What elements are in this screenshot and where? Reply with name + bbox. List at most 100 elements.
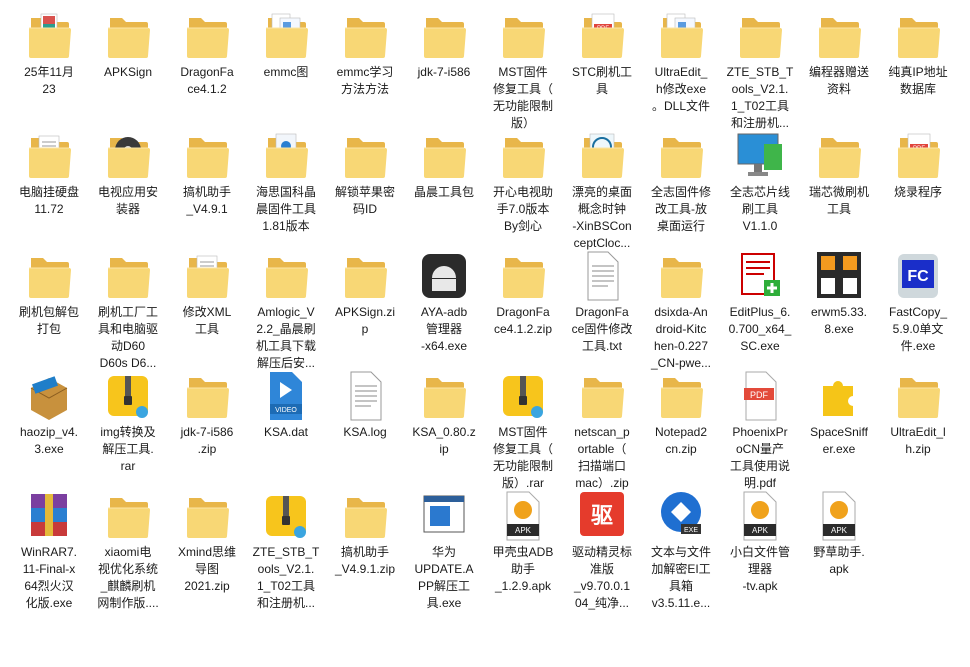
winrar-icon (21, 490, 77, 542)
desktop-item-23[interactable]: 瑞芯微刷机 工具 (800, 130, 878, 248)
zip-folder-icon (653, 370, 709, 422)
zip-folder-icon (179, 490, 235, 542)
desktop-item-27[interactable]: 修改XML 工具 (168, 250, 246, 368)
desktop-item-32[interactable]: DragonFa ce固件修改 工具.txt (563, 250, 641, 368)
item-label: 搞机助手 _V4.9.1.zip (334, 545, 396, 576)
desktop-item-4[interactable]: emmc图 (247, 10, 325, 128)
desktop-item-5[interactable]: emmc学习 方法方法 (326, 10, 404, 128)
desktop-item-51[interactable]: Xmind思维 导图 2021.zip (168, 490, 246, 608)
item-label: ZTE_STB_T ools_V2.1. 1_T02工具 和注册机... (726, 65, 794, 130)
folder-icon (495, 10, 551, 62)
desktop-item-59[interactable]: APK 野草助手. apk (800, 490, 878, 608)
desktop-item-24[interactable]: PDF 烧录程序 (879, 130, 957, 248)
svg-text:APK: APK (831, 526, 848, 535)
folder-pdf-icon: PDF (574, 10, 630, 62)
desktop-item-48[interactable]: UltraEdit_l h.zip (879, 370, 957, 488)
desktop-item-50[interactable]: xiaomi电 视优化系统 _麒麟刷机 网制作版.... (89, 490, 167, 610)
item-label: 全志芯片线 刷工具 V1.1.0 (729, 185, 790, 233)
item-label: 驱动精灵标 准版 _v9.70.0.1 04_纯净... (571, 545, 632, 610)
item-label: erwm5.33. 8.exe (810, 305, 868, 336)
desktop-item-56[interactable]: 驱驱动精灵标 准版 _v9.70.0.1 04_纯净... (563, 490, 641, 610)
desktop-item-46[interactable]: PDF PhoenixPr oCN量产 工具使用说 明.pdf (721, 370, 799, 490)
desktop-item-18[interactable]: 晶晨工具包 (405, 130, 483, 248)
desktop-item-21[interactable]: 全志固件修 改工具-放 桌面运行 (642, 130, 720, 248)
desktop-item-30[interactable]: AYA-adb 管理器 -x64.exe (405, 250, 483, 368)
desktop-item-53[interactable]: 搞机助手 _V4.9.1.zip (326, 490, 404, 608)
desktop-item-28[interactable]: Amlogic_V 2.2_晶晨刷 机工具下载 解压后安... (247, 250, 325, 370)
qrcode-icon (811, 250, 867, 302)
folder-docs-icon (258, 10, 314, 62)
app-window-icon (416, 490, 472, 542)
desktop-item-3[interactable]: DragonFa ce4.1.2 (168, 10, 246, 128)
desktop-item-42[interactable]: KSA_0.80.z ip (405, 370, 483, 488)
desktop-item-57[interactable]: EXE 文本与文件 加解密EI工 具箱 v3.5.11.e... (642, 490, 720, 610)
zip-yellow-icon (258, 490, 314, 542)
desktop-item-29[interactable]: APKSign.zi p (326, 250, 404, 368)
desktop-item-1[interactable]: 25年11月 23 (10, 10, 88, 128)
desktop-item-49[interactable]: WinRAR7. 11-Final-x 64烈火汉 化版.exe (10, 490, 88, 610)
desktop-item-47[interactable]: SpaceSniff er.exe (800, 370, 878, 488)
desktop-item-35[interactable]: erwm5.33. 8.exe (800, 250, 878, 368)
desktop-item-17[interactable]: 解锁苹果密 码ID (326, 130, 404, 248)
desktop-item-54[interactable]: 华为 UPDATE.A PP解压工 具.exe (405, 490, 483, 610)
desktop-item-19[interactable]: 开心电视助 手7.0版本 By剑心 (484, 130, 562, 248)
folder-icon (495, 130, 551, 182)
desktop-item-14[interactable]: 电视应用安 装器 (89, 130, 167, 248)
item-label: jdk-7-i586 (417, 65, 471, 79)
folder-icon (179, 130, 235, 182)
fastcopy-icon: FC (890, 250, 946, 302)
desktop-item-8[interactable]: PDFSTC刷机工 具 (563, 10, 641, 128)
item-label: 刷机工厂工 具和电脑驱 动D60 D60s D6... (97, 305, 158, 370)
desktop-item-37[interactable]: haozip_v4. 3.exe (10, 370, 88, 488)
item-label: dsixda-An droid-Kitc hen-0.227 _CN-pwe..… (650, 305, 712, 370)
svg-text:APK: APK (752, 526, 769, 535)
desktop-item-43[interactable]: MST固件 修复工具（ 无功能限制 版）.rar (484, 370, 562, 490)
desktop-item-10[interactable]: ZTE_STB_T ools_V2.1. 1_T02工具 和注册机... (721, 10, 799, 130)
item-label: STC刷机工 具 (571, 65, 632, 96)
desktop-item-58[interactable]: APK 小白文件管 理器 -tv.apk (721, 490, 799, 608)
text-file-icon (337, 370, 393, 422)
desktop-item-9[interactable]: UltraEdit_ h修改exe 。DLL文件 (642, 10, 720, 128)
item-label: 电视应用安 装器 (97, 185, 158, 216)
desktop-item-2[interactable]: APKSign (89, 10, 167, 128)
folder-icon (732, 10, 788, 62)
desktop-item-44[interactable]: netscan_p ortable（ 扫描端口 mac）.zip (563, 370, 641, 490)
svg-text:FC: FC (907, 268, 929, 285)
desktop-item-34[interactable]: EditPlus_6. 0.700_x64_ SC.exe (721, 250, 799, 368)
desktop-item-15[interactable]: 搞机助手 _V4.9.1 (168, 130, 246, 248)
desktop-item-16[interactable]: 海思国科晶 晨固件工具 1.81版本 (247, 130, 325, 248)
zip-folder-icon (179, 370, 235, 422)
desktop-item-40[interactable]: VIDEO KSA.dat (247, 370, 325, 488)
desktop-item-45[interactable]: Notepad2 cn.zip (642, 370, 720, 488)
desktop-item-39[interactable]: jdk-7-i586 .zip (168, 370, 246, 488)
item-label: 编程器赠送 资料 (808, 65, 869, 96)
desktop-item-41[interactable]: KSA.log (326, 370, 404, 488)
item-label: EditPlus_6. 0.700_x64_ SC.exe (728, 305, 792, 353)
desktop-item-26[interactable]: 刷机工厂工 具和电脑驱 动D60 D60s D6... (89, 250, 167, 370)
android-icon (416, 250, 472, 302)
desktop-item-20[interactable]: 漂亮的桌面 概念时钟 -XinBSCon ceptCloc... (563, 130, 641, 250)
haozip-icon (21, 370, 77, 422)
desktop-item-11[interactable]: 编程器赠送 资料 (800, 10, 878, 128)
item-label: APKSign.zi p (334, 305, 396, 336)
item-label: WinRAR7. 11-Final-x 64烈火汉 化版.exe (20, 545, 77, 610)
folder-photo-icon (21, 10, 77, 62)
desktop-item-12[interactable]: 纯真IP地址 数据库 (879, 10, 957, 128)
desktop-item-13[interactable]: 电脑挂硬盘 11.72 (10, 130, 88, 248)
desktop-item-36[interactable]: FC FastCopy_ 5.9.0单文 件.exe (879, 250, 957, 368)
folder-icon (890, 10, 946, 62)
zip-folder-icon (574, 370, 630, 422)
desktop-item-22[interactable]: 全志芯片线 刷工具 V1.1.0 (721, 130, 799, 248)
desktop-item-38[interactable]: img转换及 解压工具. rar (89, 370, 167, 488)
desktop-item-55[interactable]: APK 甲壳虫ADB 助手 _1.2.9.apk (484, 490, 562, 608)
item-label: 海思国科晶 晨固件工具 1.81版本 (255, 185, 316, 233)
desktop-item-31[interactable]: DragonFa ce4.1.2.zip (484, 250, 562, 368)
desktop-item-6[interactable]: jdk-7-i586 (405, 10, 483, 128)
desktop-item-33[interactable]: dsixda-An droid-Kitc hen-0.227 _CN-pwe..… (642, 250, 720, 370)
text-file-icon (574, 250, 630, 302)
item-label: 开心电视助 手7.0版本 By剑心 (492, 185, 553, 233)
desktop-item-25[interactable]: 刷机包解包 打包 (10, 250, 88, 368)
item-label: UltraEdit_ h修改exe 。DLL文件 (651, 65, 710, 113)
desktop-item-52[interactable]: ZTE_STB_T ools_V2.1. 1_T02工具 和注册机... (247, 490, 325, 610)
desktop-item-7[interactable]: MST固件 修复工具（ 无功能限制 版） (484, 10, 562, 130)
